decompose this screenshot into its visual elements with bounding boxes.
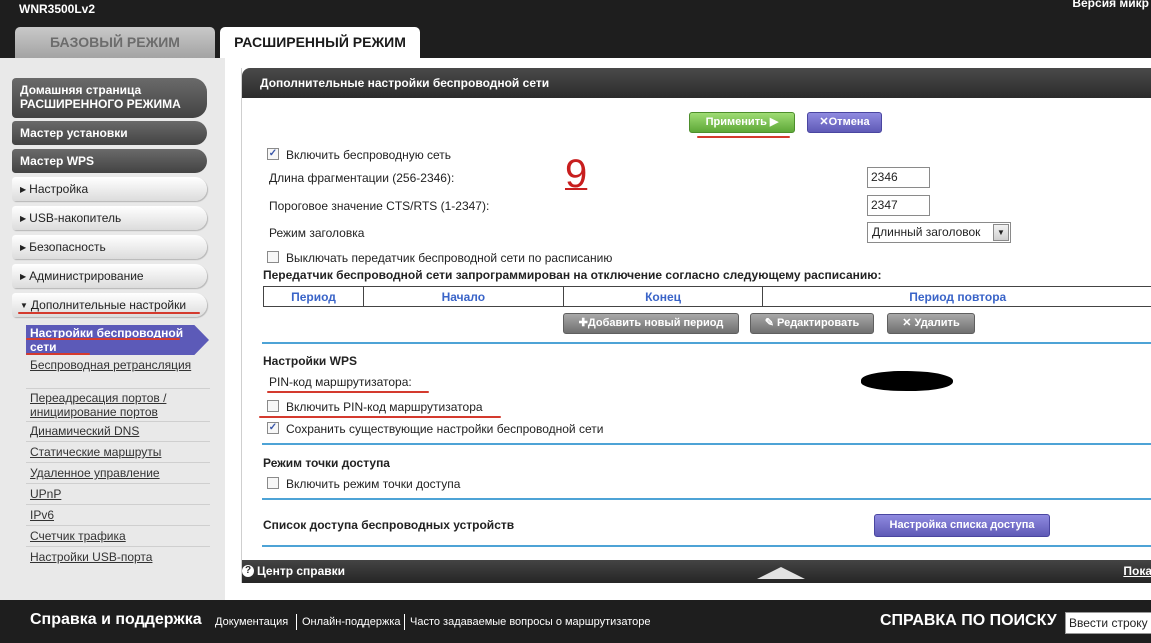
divider: [26, 421, 210, 422]
divider: [26, 504, 210, 505]
enable-pin-label: Включить PIN-код маршрутизатора: [286, 400, 483, 414]
add-period-button[interactable]: ✚Добавить новый период: [563, 313, 739, 334]
page-title: Дополнительные настройки беспроводной се…: [242, 68, 1151, 98]
divider: [26, 462, 210, 463]
delete-button[interactable]: ✕ Удалить: [887, 313, 975, 334]
sidebar-item-wireless-settings[interactable]: Настройки беспроводной сети: [26, 325, 209, 355]
keep-settings-checkbox[interactable]: ✓: [267, 422, 279, 434]
triangle-right-icon: ▶: [20, 272, 27, 281]
annotation-underline: [267, 391, 429, 393]
keep-settings-label: Сохранить существующие настройки беспров…: [286, 422, 604, 436]
online-support-link[interactable]: Онлайн-поддержка: [302, 616, 400, 628]
sidebar-link-remote-management[interactable]: Удаленное управление: [30, 466, 210, 480]
tab-basic-mode[interactable]: БАЗОВЫЙ РЕЖИМ: [15, 27, 215, 58]
sidebar-link-upnp[interactable]: UPnP: [30, 487, 210, 501]
enable-pin-checkbox[interactable]: [267, 400, 279, 412]
sidebar-section-setup[interactable]: ▶ Настройка: [12, 177, 207, 201]
separator: [404, 614, 405, 630]
divider: [26, 525, 210, 526]
apply-button[interactable]: Применить ▶: [689, 112, 795, 133]
expand-arrow-icon[interactable]: [757, 567, 805, 579]
sidebar-link-static-routes[interactable]: Статические маршруты: [30, 445, 210, 459]
sidebar: Домашняя страница РАСШИРЕННОГО РЕЖИМА Ма…: [0, 58, 225, 600]
top-bar: WNR3500Lv2 Версия микр БАЗОВЫЙ РЕЖИМ РАС…: [0, 0, 1151, 58]
sidebar-link-traffic-meter[interactable]: Счетчик трафика: [30, 529, 210, 543]
firmware-version: Версия микр: [1072, 0, 1149, 10]
triangle-right-icon: ▶: [20, 185, 27, 194]
divider: [262, 498, 1151, 500]
documentation-link[interactable]: Документация: [215, 616, 288, 628]
divider: [26, 483, 210, 484]
wps-heading: Настройки WPS: [263, 354, 357, 368]
sidebar-item-wps-wizard[interactable]: Мастер WPS: [12, 149, 207, 173]
content-panel: Дополнительные настройки беспроводной се…: [241, 68, 1151, 583]
sidebar-item-setup-wizard[interactable]: Мастер установки: [12, 121, 207, 145]
fragmentation-label: Длина фрагментации (256-2346):: [269, 171, 455, 185]
cts-rts-label: Пороговое значение CTS/RTS (1-2347):: [269, 199, 490, 213]
help-center-link[interactable]: Центр справки: [257, 560, 345, 583]
sidebar-link-wireless-repeating[interactable]: Беспроводная ретрансляция: [30, 358, 210, 372]
preamble-label: Режим заголовка: [269, 226, 365, 240]
sidebar-section-usb[interactable]: ▶ USB-накопитель: [12, 206, 207, 230]
divider: [26, 441, 210, 442]
sidebar-section-administration[interactable]: ▶ Администрирование: [12, 264, 207, 288]
sidebar-link-dynamic-dns[interactable]: Динамический DNS: [30, 424, 210, 438]
help-icon: ?: [242, 565, 254, 577]
table-header-start: Начало: [362, 286, 564, 307]
enable-wireless-label: Включить беспроводную сеть: [286, 148, 452, 162]
support-title: Справка и поддержка: [30, 611, 202, 628]
ap-mode-heading: Режим точки доступа: [263, 456, 390, 470]
annotation-underline: [26, 338, 180, 340]
separator: [296, 614, 297, 630]
fragmentation-input[interactable]: 2346: [867, 167, 930, 188]
acl-heading: Список доступа беспроводных устройств: [263, 518, 515, 532]
help-center-bar: ? Центр справки Пока: [242, 560, 1151, 583]
chevron-down-icon: ▼: [993, 224, 1009, 241]
triangle-right-icon: ▶: [20, 214, 27, 223]
preamble-select[interactable]: Длинный заголовок ▼: [867, 222, 1011, 243]
table-header-period: Период: [263, 286, 364, 307]
schedule-table: Период Начало Конец Период повтора: [263, 286, 1151, 307]
tab-advanced-mode[interactable]: РАСШИРЕННЫЙ РЕЖИМ: [220, 27, 420, 58]
sidebar-section-security[interactable]: ▶ Безопасность: [12, 235, 207, 259]
annotation-number: 9: [565, 152, 588, 196]
divider: [26, 388, 210, 389]
schedule-off-label: Выключать передатчик беспроводной сети п…: [286, 251, 613, 265]
annotation-underline: [697, 136, 790, 138]
triangle-right-icon: ▶: [20, 243, 27, 252]
schedule-off-checkbox[interactable]: [267, 251, 279, 263]
divider: [262, 443, 1151, 445]
table-row: Период Начало Конец Период повтора: [263, 286, 1151, 307]
enable-wireless-checkbox[interactable]: ✓: [267, 148, 279, 160]
acl-setup-button[interactable]: Настройка списка доступа: [874, 514, 1050, 537]
sidebar-link-port-forwarding[interactable]: Переадресация портов / инициирование пор…: [30, 391, 210, 419]
sidebar-link-ipv6[interactable]: IPv6: [30, 508, 210, 522]
search-help-title: СПРАВКА ПО ПОИСКУ: [880, 612, 1057, 629]
sidebar-item-advanced-home[interactable]: Домашняя страница РАСШИРЕННОГО РЕЖИМА: [12, 78, 207, 118]
annotation-underline: [259, 416, 501, 418]
schedule-heading: Передатчик беспроводной сети запрограмми…: [263, 268, 882, 282]
enable-ap-label: Включить режим точки доступа: [286, 477, 461, 491]
triangle-down-icon: ▼: [20, 301, 28, 310]
redacted-pin: [860, 370, 954, 392]
edit-button[interactable]: ✎ Редактировать: [750, 313, 874, 334]
sidebar-link-usb-settings[interactable]: Настройки USB-порта: [30, 550, 210, 564]
router-model: WNR3500Lv2: [19, 2, 96, 16]
divider: [262, 342, 1151, 344]
enable-ap-checkbox[interactable]: [267, 477, 279, 489]
table-header-repeat: Период повтора: [762, 286, 1151, 307]
table-header-end: Конец: [562, 286, 764, 307]
divider: [26, 546, 210, 547]
cancel-button[interactable]: ✕Отмена: [807, 112, 882, 133]
annotation-underline: [18, 312, 200, 314]
bottom-bar: Справка и поддержка Документация Онлайн-…: [0, 600, 1151, 643]
router-faq-link[interactable]: Часто задаваемые вопросы о маршрутизатор…: [410, 616, 651, 628]
show-help-link[interactable]: Пока: [1123, 560, 1151, 583]
divider: [262, 545, 1151, 547]
cts-rts-input[interactable]: 2347: [867, 195, 930, 216]
search-input[interactable]: Ввести строку: [1065, 612, 1151, 634]
annotation-underline: [26, 353, 90, 355]
pin-label: PIN-код маршрутизатора:: [269, 375, 412, 389]
